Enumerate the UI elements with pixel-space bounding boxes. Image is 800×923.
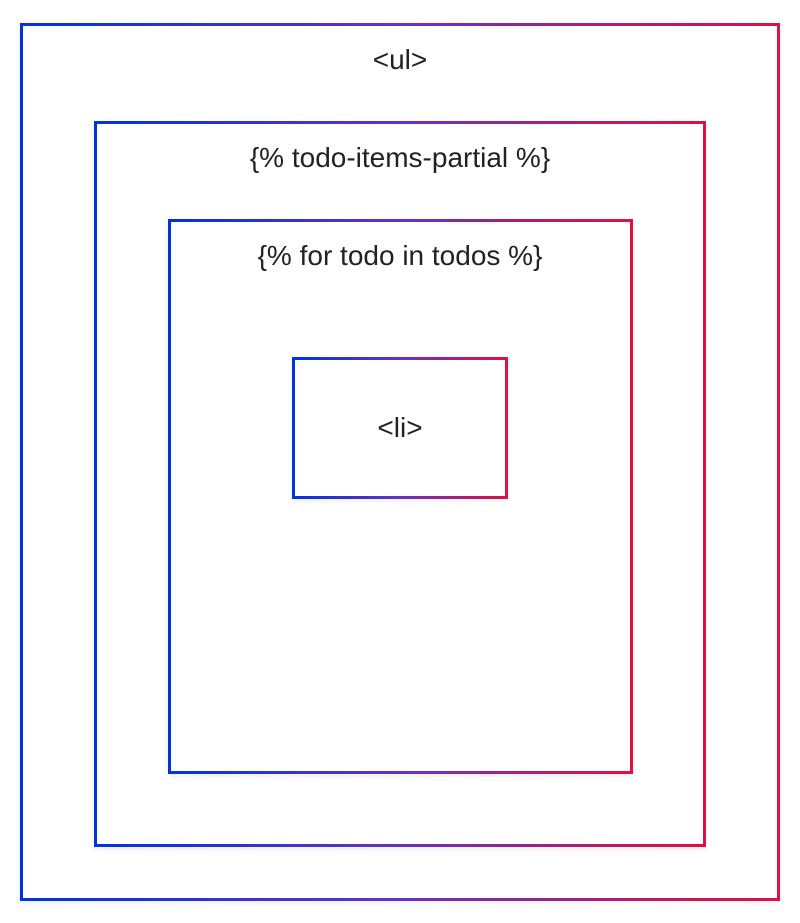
- innermost-box: <li>: [292, 357, 508, 499]
- outer-label: <ul>: [373, 44, 428, 76]
- middle-box: {% todo-items-partial %} {% for todo in …: [94, 121, 706, 847]
- innermost-label: <li>: [377, 412, 422, 444]
- outer-box: <ul> {% todo-items-partial %} {% for tod…: [20, 23, 780, 901]
- inner-label: {% for todo in todos %}: [258, 240, 543, 272]
- middle-label: {% todo-items-partial %}: [250, 142, 550, 174]
- inner-box: {% for todo in todos %} <li>: [168, 219, 633, 774]
